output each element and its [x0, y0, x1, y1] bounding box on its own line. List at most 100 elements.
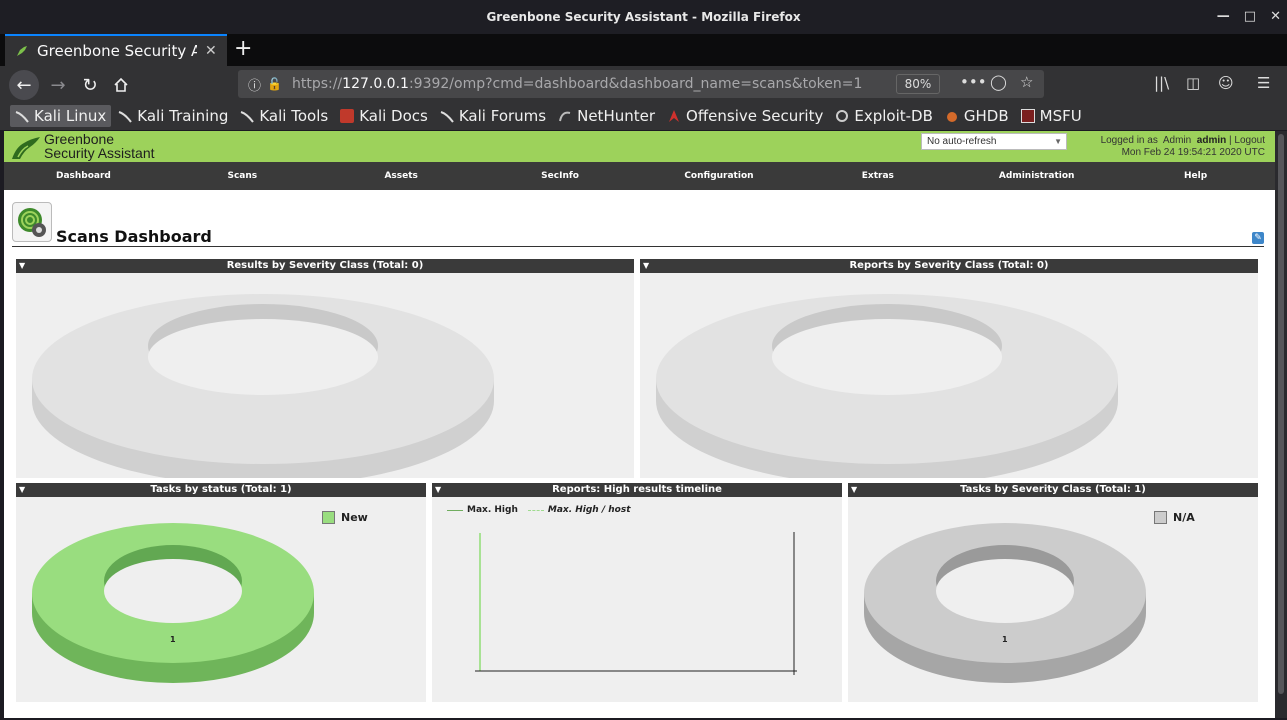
nav-scans[interactable]: Scans	[163, 162, 322, 190]
legend-max-high-per-host: Max. High / host	[527, 505, 631, 515]
kali-dragon-icon	[15, 109, 29, 123]
tab-greenbone[interactable]: Greenbone Security Assistant ✕	[5, 34, 227, 66]
forward-button[interactable]: →	[43, 70, 73, 100]
panel-tasks-by-status: ▼ Tasks by status (Total: 1) 1 New	[16, 483, 426, 702]
login-info: Logged in as Admin admin | Logout Mon Fe…	[1101, 135, 1265, 159]
window-titlebar: Greenbone Security Assistant - Mozilla F…	[0, 0, 1287, 34]
donut-hole	[148, 319, 378, 395]
auto-refresh-value: No auto-refresh	[927, 136, 997, 147]
chevron-down-icon[interactable]: ▼	[643, 259, 649, 273]
bookmark-label: Kali Tools	[259, 107, 329, 125]
edit-dashboard-icon[interactable]: ✎	[1252, 232, 1264, 244]
empty-donut-chart	[32, 294, 494, 478]
window-title: Greenbone Security Assistant - Mozilla F…	[486, 10, 801, 24]
zoom-level[interactable]: 80%	[896, 74, 940, 94]
auto-refresh-select[interactable]: No auto-refresh ▼	[921, 133, 1067, 150]
sidebar-icon[interactable]: ◫	[1186, 74, 1200, 92]
nav-dashboard[interactable]: Dashboard	[4, 162, 163, 190]
pocket-icon[interactable]: ◯	[990, 73, 1007, 91]
offsec-icon	[667, 109, 681, 123]
gsa-header: Greenbone Security Assistant No auto-ref…	[4, 131, 1275, 162]
scrollbar-thumb[interactable]	[1278, 134, 1284, 694]
legend-label: New	[341, 511, 368, 524]
reload-button[interactable]: ↻	[75, 70, 105, 100]
home-icon	[114, 77, 128, 92]
chevron-down-icon[interactable]: ▼	[851, 483, 857, 497]
url-rest: :9392/omp?cmd=dashboard&dashboard_name=s…	[408, 76, 862, 92]
panel-title: Reports: High results timeline	[552, 484, 722, 495]
vertical-scrollbar[interactable]	[1275, 131, 1287, 718]
bookmark-offensive-security[interactable]: Offensive Security	[662, 105, 828, 127]
nav-help[interactable]: Help	[1116, 162, 1275, 190]
bookmark-label: Kali Training	[137, 107, 229, 125]
library-icon[interactable]: ||\	[1154, 74, 1169, 92]
tab-title: Greenbone Security Assistant	[37, 42, 197, 60]
nav-configuration[interactable]: Configuration	[640, 162, 799, 190]
bookmark-msfu[interactable]: MSFU	[1016, 105, 1087, 127]
page-title: Scans Dashboard	[56, 227, 212, 246]
nav-secinfo[interactable]: SecInfo	[481, 162, 640, 190]
url-host: 127.0.0.1	[342, 76, 409, 92]
donut-hole	[936, 559, 1074, 623]
panel-header: ▼ Tasks by status (Total: 1)	[16, 483, 426, 497]
account-icon[interactable]: ☺	[1218, 74, 1234, 92]
menu-icon[interactable]: ☰	[1257, 74, 1270, 92]
bookmark-star-icon[interactable]: ☆	[1020, 73, 1033, 91]
bookmark-kali-forums[interactable]: Kali Forums	[435, 105, 551, 127]
panel-title: Tasks by Severity Class (Total: 1)	[960, 484, 1146, 495]
panel-header: ▼ Reports: High results timeline	[432, 483, 842, 497]
bookmark-kali-training[interactable]: Kali Training	[113, 105, 233, 127]
url-bar[interactable]: ⓘ 🔓 https://127.0.0.1:9392/omp?cmd=dashb…	[238, 70, 1044, 98]
legend-line-solid	[447, 509, 463, 511]
username-link[interactable]: admin	[1197, 135, 1226, 146]
bookmark-ghdb[interactable]: GHDB	[940, 105, 1014, 127]
lock-warning-icon[interactable]: 🔓	[267, 77, 282, 91]
slice-value-label: 1	[1002, 635, 1008, 644]
legend-label: N/A	[1173, 511, 1195, 524]
logout-link[interactable]: Logout	[1234, 135, 1265, 146]
panel-header: ▼ Results by Severity Class (Total: 0)	[16, 259, 634, 273]
bookmark-kali-tools[interactable]: Kali Tools	[235, 105, 333, 127]
legend-label: Max. High	[467, 505, 518, 515]
info-icon[interactable]: ⓘ	[248, 75, 261, 94]
bookmark-kali-linux[interactable]: Kali Linux	[10, 105, 112, 127]
back-button[interactable]: ←	[9, 70, 39, 100]
tasks-severity-donut	[864, 523, 1146, 683]
msfu-icon	[1020, 109, 1035, 123]
navigation-toolbar: ← → ↻ ⓘ 🔓 https://127.0.0.1:9392/omp?cmd…	[0, 66, 1287, 102]
close-tab-icon[interactable]: ✕	[205, 43, 217, 59]
legend-label: Max. High / host	[547, 505, 631, 515]
new-tab-icon[interactable]: +	[234, 36, 252, 61]
url-text[interactable]: https://127.0.0.1:9392/omp?cmd=dashboard…	[292, 76, 862, 92]
nav-extras[interactable]: Extras	[798, 162, 957, 190]
panel-header: ▼ Tasks by Severity Class (Total: 1)	[848, 483, 1258, 497]
donut-hole	[772, 319, 1002, 395]
bookmark-exploit-db[interactable]: Exploit-DB	[830, 105, 938, 127]
url-prefix: https://	[291, 76, 343, 92]
slice-value-label: 1	[170, 635, 176, 644]
brand-line2: Security Assistant	[44, 145, 155, 161]
page-actions-icon[interactable]: •••	[960, 73, 987, 91]
docs-icon	[340, 109, 355, 123]
legend-swatch	[322, 511, 335, 524]
title-divider	[12, 246, 1264, 247]
minimize-icon[interactable]: —	[1217, 0, 1230, 34]
chevron-down-icon[interactable]: ▼	[435, 483, 441, 497]
nav-administration[interactable]: Administration	[957, 162, 1116, 190]
logged-in-prefix: Logged in as	[1100, 135, 1158, 146]
home-button[interactable]	[106, 70, 136, 100]
close-window-icon[interactable]: ✕	[1270, 0, 1281, 34]
empty-donut-chart	[656, 294, 1118, 478]
chevron-down-icon[interactable]: ▼	[19, 483, 25, 497]
panel-title: Results by Severity Class (Total: 0)	[226, 260, 424, 271]
nav-assets[interactable]: Assets	[322, 162, 481, 190]
nethunter-icon	[558, 109, 572, 123]
maximize-icon[interactable]: □	[1244, 0, 1256, 34]
timeline-legend: Max. High Max. High / host	[447, 505, 631, 515]
bookmark-nethunter[interactable]: NetHunter	[553, 105, 660, 127]
bookmark-label: GHDB	[963, 107, 1009, 125]
current-datetime: Mon Feb 24 19:54:21 2020 UTC	[1121, 147, 1265, 158]
panel-title: Tasks by status (Total: 1)	[150, 484, 292, 495]
bookmark-kali-docs[interactable]: Kali Docs	[335, 105, 433, 127]
chevron-down-icon[interactable]: ▼	[19, 259, 25, 273]
